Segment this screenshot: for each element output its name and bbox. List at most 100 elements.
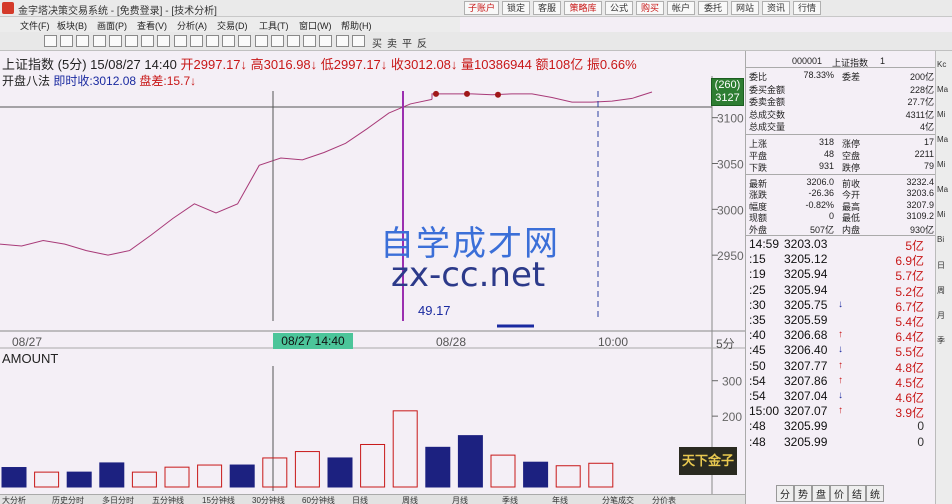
bottom-tab-6[interactable]: 60分钟线 [302,495,335,504]
menu-item-1[interactable]: 板块(B) [57,19,87,32]
tool-icon[interactable] [319,35,333,47]
tick-time: 14:59 [749,237,780,251]
side-strip-item-4[interactable]: Mi [937,160,945,169]
side-strip-item-2[interactable]: Mi [937,110,945,119]
bottom-tab-13[interactable]: 分价表 [652,495,676,504]
quote-tab-3[interactable]: 价 [830,485,848,502]
top-button-5[interactable]: 购买 [636,1,664,15]
top-button-10[interactable]: 行情 [793,1,821,15]
bottom-tab-3[interactable]: 五分钟线 [152,495,184,504]
tool-icon[interactable] [157,35,171,47]
bottom-tab-9[interactable]: 月线 [452,495,468,504]
x-label-0827: 08/27 [12,335,43,349]
tool-icon[interactable] [173,35,187,47]
chart-canvas[interactable]: 2950 3000 3050 3100 200 300 [0,51,745,494]
bottom-tab-12[interactable]: 分笔成交 [602,495,634,504]
trade-tool-3[interactable]: 反 [417,35,427,50]
tool-icon[interactable] [125,35,138,47]
menu-item-0[interactable]: 文件(F) [20,19,50,32]
top-button-7[interactable]: 委托 [698,1,728,15]
top-button-1[interactable]: 锁定 [502,1,530,15]
quote-tab-1[interactable]: 势 [794,485,812,502]
menu-item-4[interactable]: 分析(A) [177,19,207,32]
bottom-tab-5[interactable]: 30分钟线 [252,495,285,504]
amount-bar [425,446,451,488]
index-name: 上证指数 [2,57,55,72]
window-title: 金字塔决策交易系统 - [免费登录] - [技术分析] [18,6,217,17]
side-strip-item-6[interactable]: Mi [937,210,945,219]
top-button-4[interactable]: 公式 [605,1,633,15]
side-strip-item-0[interactable]: Kc [937,60,946,69]
tick-price: 3205.59 [784,313,828,327]
current-price-box: (260) 3127 [711,78,744,106]
tool-icon[interactable] [270,35,284,47]
top-button-0[interactable]: 子账户 [464,1,499,15]
quote-value: -0.82% [805,199,834,210]
tool-icon[interactable] [92,35,106,47]
y-tick-label: 3100 [717,112,744,126]
trade-tool-0[interactable]: 买 [372,35,382,50]
tool-icon[interactable] [303,35,317,47]
side-strip-item-7[interactable]: Bi [937,235,944,244]
tool-icon[interactable] [141,35,155,47]
bottom-tab-2[interactable]: 多日分时 [102,495,134,504]
tool-icon[interactable] [254,35,268,47]
side-strip-item-10[interactable]: 月 [937,310,945,321]
bottom-tab-7[interactable]: 日线 [352,495,368,504]
side-strip-item-1[interactable]: Ma [937,85,948,94]
tool-icon[interactable] [60,35,74,47]
menu-item-6[interactable]: 工具(T) [259,19,289,32]
menu-item-5[interactable]: 交易(D) [217,19,248,32]
side-strip-item-11[interactable]: 季 [937,335,945,346]
side-strip-item-9[interactable]: 周 [937,285,945,296]
quote-value: 17 [923,136,934,147]
top-button-2[interactable]: 客服 [533,1,561,15]
amount-bar [327,457,353,488]
tool-icon[interactable] [335,35,349,47]
bottom-tab-11[interactable]: 年线 [552,495,568,504]
quote-tab-2[interactable]: 盘 [812,485,830,502]
price-box-line1: (260) [714,79,741,91]
tick-time: :40 [749,328,766,343]
quote-tab-4[interactable]: 结 [848,485,866,502]
side-strip-item-5[interactable]: Ma [937,185,948,194]
bottom-tab-10[interactable]: 季线 [502,495,518,504]
menu-item-7[interactable]: 窗口(W) [299,19,332,32]
tool-icon[interactable] [222,35,236,47]
tool-icon[interactable] [189,35,203,47]
menu-item-2[interactable]: 画面(P) [97,19,127,32]
side-strip-item-3[interactable]: Ma [937,135,948,144]
bottom-tab-0[interactable]: 大分析 [2,495,26,504]
quote-value: 3206.0 [806,176,834,187]
period-label: (5分) [57,57,87,72]
quote-value: 3232.4 [906,176,934,187]
bottom-tab-4[interactable]: 15分钟线 [202,495,235,504]
top-button-8[interactable]: 网站 [731,1,759,15]
tool-icon[interactable] [76,35,90,47]
quote-label: 内盘 [842,224,861,235]
tool-icon[interactable] [238,35,252,47]
bottom-tab-8[interactable]: 周线 [402,495,418,504]
tick-price: 3205.99 [784,434,828,449]
high-value: 高3016.98 [250,57,311,72]
quote-tab-0[interactable]: 分 [776,485,794,502]
quote-tab-5[interactable]: 统 [866,485,884,502]
tool-icon[interactable] [351,35,365,47]
trade-tool-1[interactable]: 卖 [387,35,397,50]
top-button-3[interactable]: 策略库 [564,1,602,15]
app-logo-icon [2,2,14,14]
period-indicator[interactable]: 5分 [716,335,735,352]
trade-tool-2[interactable]: 平 [402,35,412,50]
side-strip-item-8[interactable]: 日 [937,260,945,271]
quote-value: 318 [818,136,834,147]
menu-item-3[interactable]: 查看(V) [137,19,167,32]
top-button-6[interactable]: 帐户 [667,1,695,15]
tool-icon[interactable] [287,35,300,47]
top-button-9[interactable]: 资讯 [762,1,790,15]
bottom-tab-1[interactable]: 历史分时 [52,495,84,504]
tool-icon[interactable] [108,35,122,47]
quote-separator [746,67,935,68]
tool-icon[interactable] [206,35,219,47]
menu-item-8[interactable]: 帮助(H) [341,19,372,32]
tool-icon[interactable] [44,35,57,47]
